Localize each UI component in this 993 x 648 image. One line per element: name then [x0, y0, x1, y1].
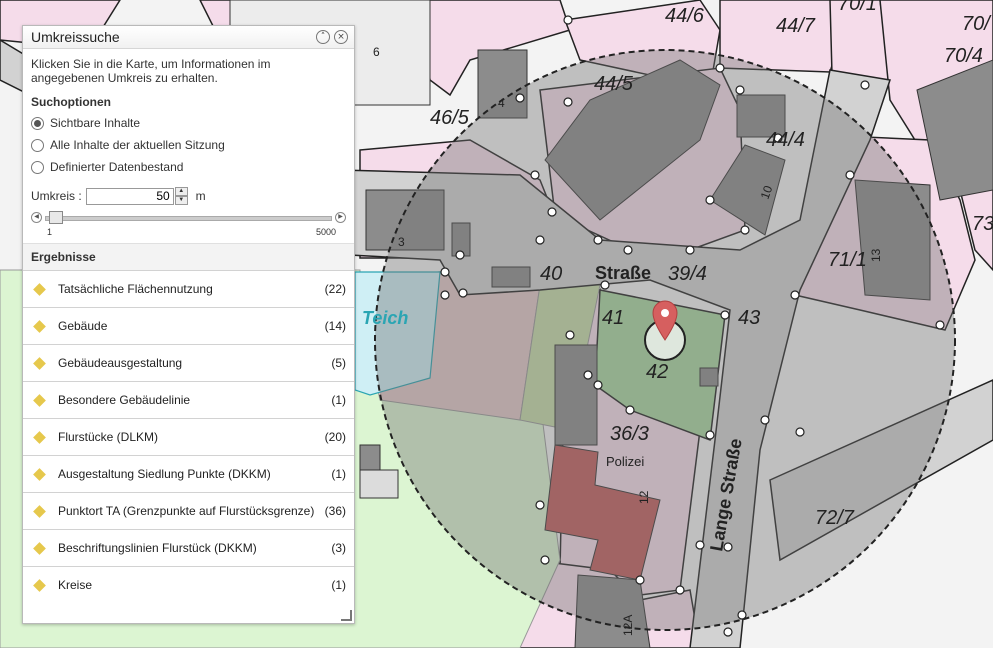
result-item[interactable]: Kreise (1): [23, 566, 354, 603]
resize-grip-icon[interactable]: [341, 610, 352, 621]
diamond-icon: [33, 319, 46, 333]
parcel-label: 71/1: [828, 249, 867, 271]
parcel-label: 42: [646, 361, 668, 383]
close-icon[interactable]: ×: [334, 30, 348, 44]
radius-stepper[interactable]: ▲ ▼: [85, 187, 188, 205]
intro-text: Klicken Sie in die Karte, um Information…: [31, 57, 271, 85]
radio-icon[interactable]: [31, 138, 44, 152]
house-number: 12A: [621, 615, 635, 636]
parcel-label: 36/3: [610, 423, 649, 445]
result-label: Kreise: [58, 578, 93, 592]
house-number: 12: [637, 490, 651, 504]
search-panel: Umkreissuche ˄ × Klicken Sie in die Kart…: [22, 25, 355, 624]
increment-icon[interactable]: ▲: [174, 187, 188, 196]
slider-right-icon[interactable]: ▶: [335, 212, 346, 223]
radio-icon[interactable]: [31, 160, 44, 174]
radius-unit: m: [195, 189, 206, 203]
house-number: 6: [373, 45, 380, 59]
result-label: Gebäudeausgestaltung: [58, 356, 183, 370]
radius-label: Umkreis :: [31, 189, 82, 203]
diamond-icon: [33, 356, 46, 370]
radius-row: Umkreis : ▲ ▼ m: [23, 178, 354, 205]
panel-header: Umkreissuche ˄ ×: [23, 26, 354, 49]
parcel-label: 44/5: [594, 73, 634, 95]
diamond-icon: [33, 504, 46, 518]
option-label: Sichtbare Inhalte: [50, 116, 141, 130]
street-label: Straße: [595, 263, 651, 283]
results-heading: Ergebnisse: [23, 243, 354, 270]
result-item[interactable]: Besondere Gebäudelinie (1): [23, 381, 354, 418]
parcel-label: 70/4: [944, 45, 983, 67]
slider-track[interactable]: [45, 216, 332, 221]
result-label: Gebäude: [58, 319, 108, 333]
diamond-icon: [33, 430, 46, 444]
result-label: Besondere Gebäudelinie: [58, 393, 191, 407]
option-label: Alle Inhalte der aktuellen Sitzung: [50, 138, 225, 152]
diamond-icon: [33, 282, 46, 296]
result-count: (5): [331, 356, 346, 370]
panel-title: Umkreissuche: [31, 29, 120, 45]
result-item[interactable]: Gebäude (14): [23, 307, 354, 344]
parcel-label: 44/6: [665, 5, 705, 27]
collapse-icon[interactable]: ˄: [316, 30, 330, 44]
result-item[interactable]: Ausgestaltung Siedlung Punkte (DKKM) (1): [23, 455, 354, 492]
parcel-label: 44/4: [766, 129, 805, 151]
result-count: (3): [331, 541, 346, 555]
result-count: (1): [331, 467, 346, 481]
slider-max-label: 5000: [315, 227, 336, 237]
result-count: (36): [324, 504, 346, 518]
diamond-icon: [33, 467, 46, 481]
results-list: Tatsächliche Flächennutzung (22) Gebäude (…: [23, 270, 354, 603]
result-item[interactable]: Beschriftungslinien Flurstück (DKKM) (3): [23, 529, 354, 566]
option-defined-dataset[interactable]: Definierter Datenbestand: [23, 156, 354, 178]
water-label: Teich: [362, 308, 408, 328]
result-count: (14): [324, 319, 346, 333]
result-item[interactable]: Tatsächliche Flächennutzung (22): [23, 270, 354, 307]
slider-min-label: 1: [47, 227, 53, 237]
result-label: Tatsächliche Flächennutzung: [58, 282, 213, 296]
slider-left-icon[interactable]: ◀: [31, 212, 42, 223]
radio-selected-icon[interactable]: [31, 116, 44, 130]
parcel-label: 40: [540, 263, 562, 285]
slider-thumb[interactable]: [49, 211, 63, 224]
parcel-label: 39/4: [668, 263, 707, 285]
parcel-label: 46/5: [430, 107, 470, 129]
result-count: (1): [331, 578, 346, 592]
house-number: 4: [498, 96, 505, 110]
result-item[interactable]: Punktort TA (Grenzpunkte auf Flurstücksg…: [23, 492, 354, 529]
parcel-label: 72/7: [815, 507, 855, 529]
result-count: (20): [324, 430, 346, 444]
parcel-label: 44/7: [776, 15, 816, 37]
result-label: Flurstücke (DLKM): [58, 430, 159, 444]
option-visible-content[interactable]: Sichtbare Inhalte: [23, 112, 354, 134]
parcel-label: 73/: [972, 213, 993, 235]
diamond-icon: [33, 541, 46, 555]
parcel-label: 70/: [962, 13, 992, 35]
result-label: Punktort TA (Grenzpunkte auf Flurstücksg…: [58, 504, 315, 518]
house-number: 13: [869, 248, 883, 262]
house-number: 3: [398, 235, 405, 249]
result-count: (22): [324, 282, 346, 296]
diamond-icon: [33, 393, 46, 407]
building-label: Polizei: [606, 454, 644, 469]
options-heading: Suchoptionen: [31, 95, 111, 109]
radius-slider[interactable]: ◀ ▶ 1 5000: [31, 209, 346, 239]
parcel-label: 43: [738, 307, 760, 329]
result-count: (1): [331, 393, 346, 407]
result-label: Ausgestaltung Siedlung Punkte (DKKM): [58, 467, 271, 481]
parcel-label: 41: [602, 307, 624, 329]
result-label: Beschriftungslinien Flurstück (DKKM): [58, 541, 257, 555]
result-item[interactable]: Gebäudeausgestaltung (5): [23, 344, 354, 381]
diamond-icon: [33, 578, 46, 592]
decrement-icon[interactable]: ▼: [174, 196, 188, 205]
result-item[interactable]: Flurstücke (DLKM) (20): [23, 418, 354, 455]
option-all-session-content[interactable]: Alle Inhalte der aktuellen Sitzung: [23, 134, 354, 156]
parcel-label: 70/1: [838, 0, 877, 15]
radius-input[interactable]: [85, 187, 174, 205]
option-label: Definierter Datenbestand: [50, 160, 184, 174]
